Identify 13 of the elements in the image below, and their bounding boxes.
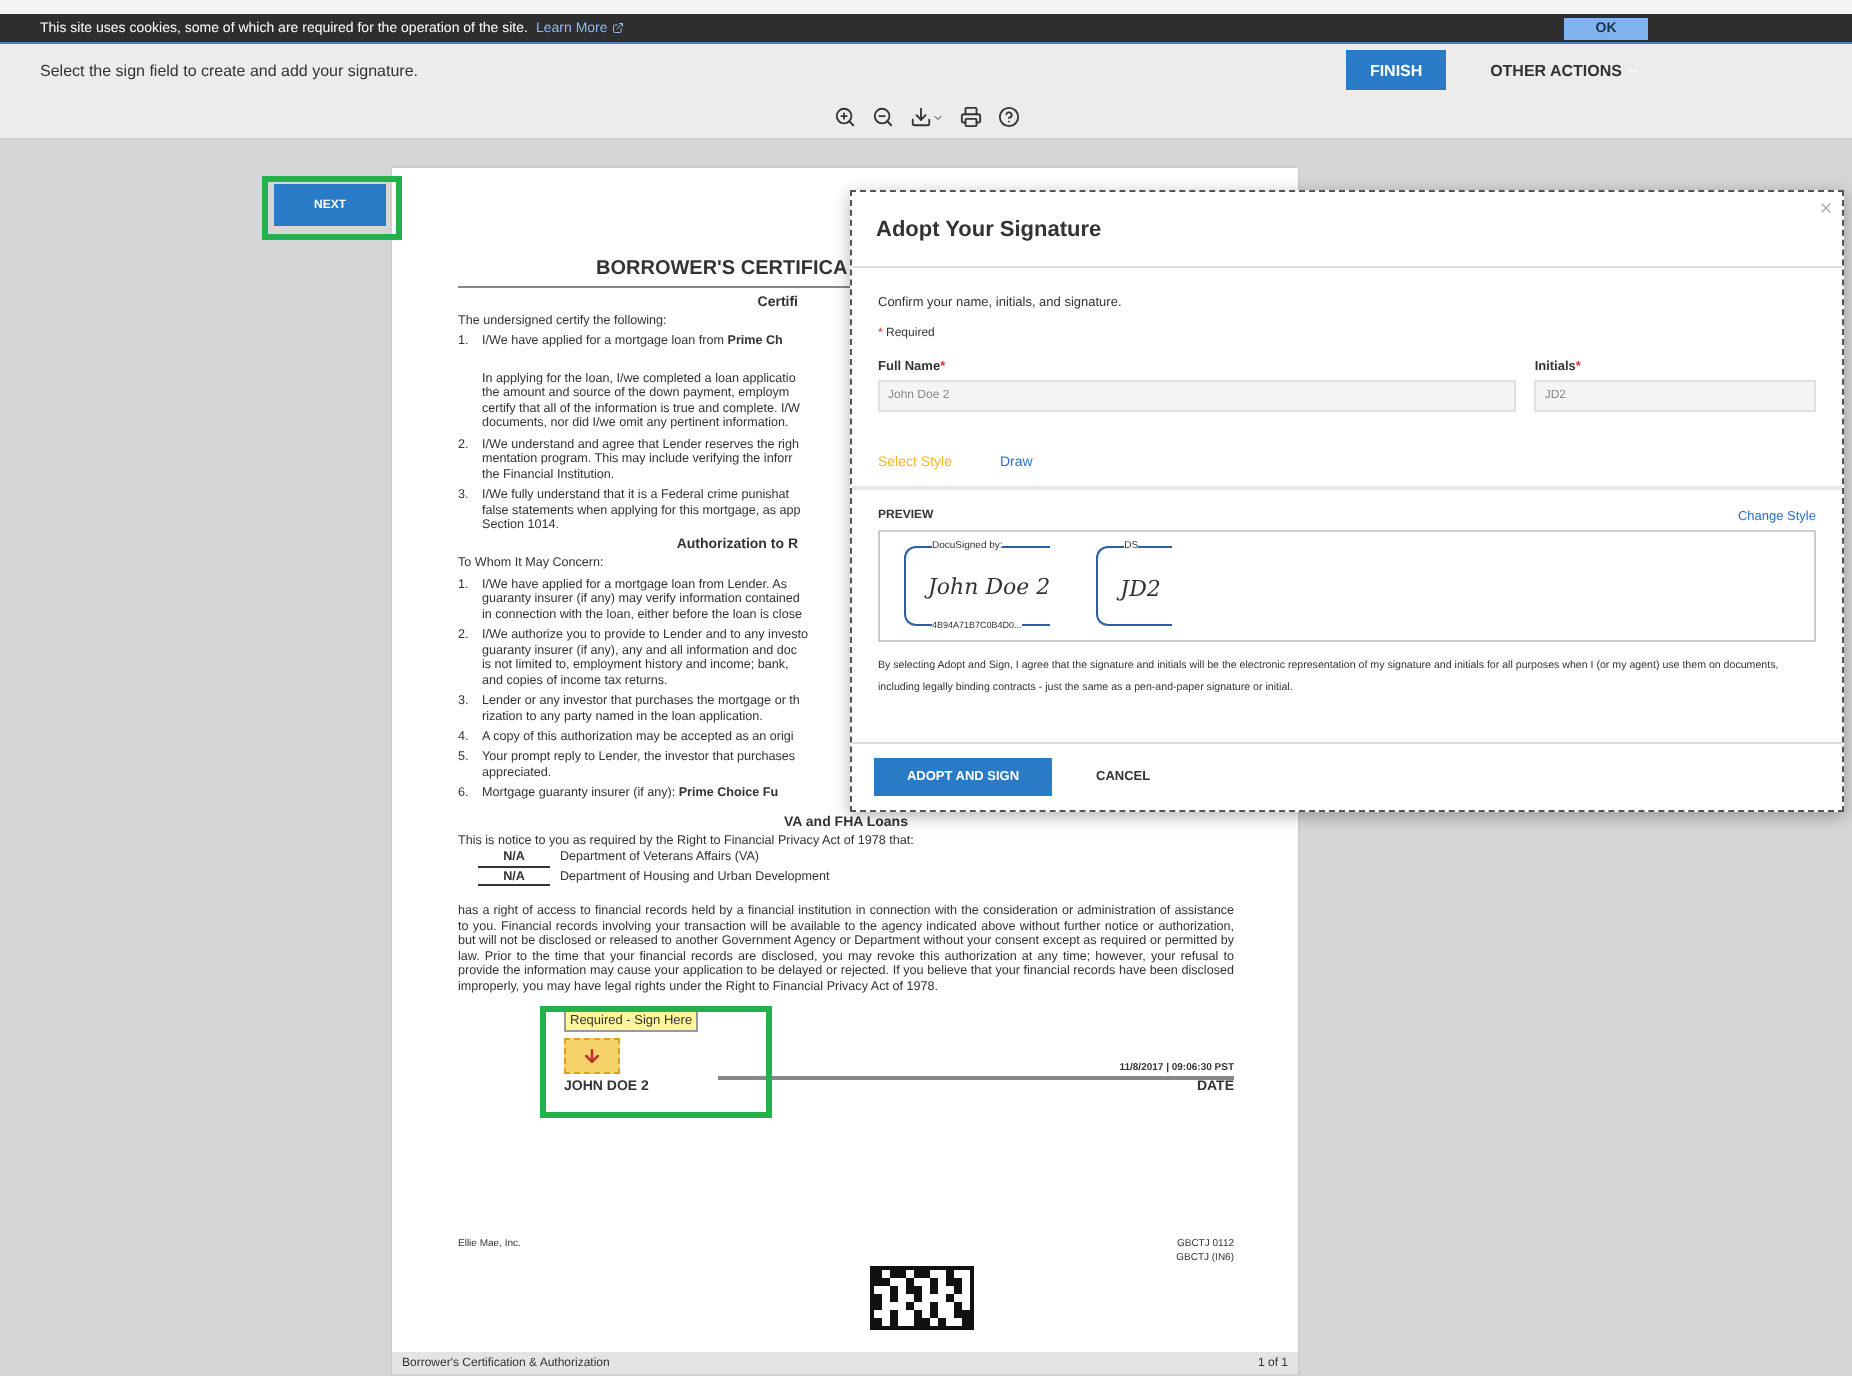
finish-button[interactable]: FINISH [1346,50,1447,90]
print-icon[interactable] [955,102,985,132]
signature-text: John Doe 2 [922,573,1051,599]
dialog-title: Adopt Your Signature [876,217,1102,241]
external-link-icon [611,22,624,34]
sign-field[interactable] [564,1038,620,1075]
highlight-frame [262,176,402,240]
initials-text: JD2 [1114,575,1163,601]
other-actions-menu[interactable]: OTHER ACTIONS [1478,59,1652,81]
barcode-drawing [870,1266,974,1330]
help-icon[interactable] [993,102,1023,132]
instruction-text: Select the sign field to create and add your signature. [40,61,419,79]
arrow-icon [582,1046,602,1067]
